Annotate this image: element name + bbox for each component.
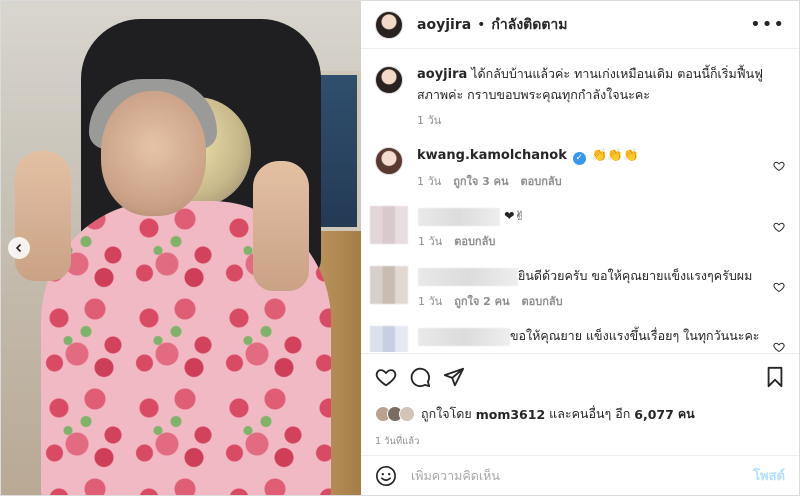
blurred-avatar[interactable] bbox=[370, 206, 408, 244]
reply-button[interactable]: ตอบกลับ bbox=[521, 172, 562, 192]
comment-time[interactable]: 1 วัน bbox=[418, 232, 442, 252]
likes-count[interactable]: 6,077 bbox=[634, 407, 674, 422]
comment-likes[interactable]: ถูกใจ 2 คน bbox=[454, 292, 509, 312]
previous-photo-button[interactable] bbox=[8, 237, 30, 259]
photo-left-hand bbox=[15, 151, 71, 281]
comment-avatar[interactable] bbox=[375, 147, 403, 175]
author-avatar[interactable] bbox=[375, 10, 403, 39]
verified-badge-icon: ✓ bbox=[572, 152, 586, 165]
post-comment-button[interactable]: โพสต์ bbox=[753, 465, 785, 486]
comment-input[interactable] bbox=[411, 468, 754, 483]
comment-text: 👏👏👏 bbox=[591, 147, 639, 162]
blurred-avatar[interactable] bbox=[370, 266, 408, 304]
separator-dot: • bbox=[477, 16, 486, 33]
comment-username[interactable]: kwang.kamolchanok bbox=[417, 148, 567, 163]
caption-username[interactable]: aoyjira bbox=[417, 67, 467, 82]
caption-avatar[interactable] bbox=[375, 66, 403, 94]
blurred-username[interactable] bbox=[418, 207, 500, 226]
likes-summary: ถูกใจโดย mom3612 และคนอื่นๆ อีก 6,077 คน bbox=[375, 404, 785, 424]
like-heart-icon[interactable] bbox=[375, 366, 397, 388]
post-photo[interactable] bbox=[1, 1, 361, 495]
likes-suffix[interactable]: คน bbox=[678, 404, 695, 424]
comments-list[interactable]: aoyjira ได้กลับบ้านแล้วค่ะ ทานเก่งเหมือน… bbox=[361, 50, 799, 352]
reply-button[interactable]: ตอบกลับ bbox=[522, 292, 563, 312]
likes-middle[interactable]: และคนอื่นๆ อีก bbox=[549, 404, 630, 424]
like-comment-heart-icon[interactable] bbox=[773, 218, 785, 237]
post-timestamp[interactable]: 1 วันที่แล้ว bbox=[375, 434, 785, 449]
reply-button[interactable]: ตอบกลับ bbox=[454, 232, 495, 252]
photo-face bbox=[101, 91, 206, 216]
blurred-username[interactable] bbox=[418, 267, 518, 286]
more-options-button[interactable]: ••• bbox=[750, 14, 785, 35]
blurred-username[interactable] bbox=[418, 327, 510, 346]
likes-prefix: ถูกใจโดย bbox=[421, 406, 472, 421]
comment-text: ❤✌ bbox=[503, 208, 525, 223]
caption-time[interactable]: 1 วัน bbox=[417, 111, 441, 131]
comment-bubble-icon[interactable] bbox=[409, 366, 431, 388]
comment-row: ยินดีด้วยครับ ขอให้คุณยายแข็งแรงๆครับผม … bbox=[370, 266, 785, 312]
comment-likes[interactable]: ถูกใจ 3 คน bbox=[453, 172, 508, 192]
like-comment-heart-icon[interactable] bbox=[773, 278, 785, 297]
post-modal: aoyjira • กำลังติดตาม ••• aoyjira ได้กลั… bbox=[0, 0, 800, 496]
chevron-left-icon bbox=[15, 243, 22, 253]
comment-time[interactable]: 1 วัน bbox=[417, 172, 441, 192]
liker-avatars[interactable] bbox=[375, 406, 415, 422]
follow-status[interactable]: กำลังติดตาม bbox=[491, 14, 567, 36]
caption-row: aoyjira ได้กลับบ้านแล้วค่ะ ทานเก่งเหมือน… bbox=[375, 64, 785, 131]
comment-row: kwang.kamolchanok ✓ 👏👏👏 1 วัน ถูกใจ 3 คน… bbox=[375, 145, 785, 192]
post-side-panel: aoyjira • กำลังติดตาม ••• aoyjira ได้กลั… bbox=[361, 1, 799, 495]
post-header: aoyjira • กำลังติดตาม ••• bbox=[361, 1, 799, 49]
emoji-icon[interactable] bbox=[375, 465, 397, 487]
liker-username[interactable]: mom3612 bbox=[476, 407, 545, 422]
comment-row: ❤✌ 1 วัน ตอบกลับ bbox=[370, 206, 785, 252]
comment-time[interactable]: 1 วัน bbox=[418, 292, 442, 312]
like-comment-heart-icon[interactable] bbox=[773, 157, 785, 176]
save-bookmark-icon[interactable] bbox=[765, 366, 785, 388]
comment-row: ขอให้คุณยาย แข็งแรงขึ้นเรื่อยๆ ในทุกวันน… bbox=[370, 326, 785, 352]
comment-text: ยินดีด้วยครับ ขอให้คุณยายแข็งแรงๆครับผม bbox=[518, 268, 753, 283]
photo-right-hand bbox=[253, 161, 309, 291]
author-username[interactable]: aoyjira bbox=[417, 17, 471, 33]
comment-composer: โพสต์ bbox=[361, 455, 799, 495]
caption-text: ได้กลับบ้านแล้วค่ะ ทานเก่งเหมือนเดิม ตอน… bbox=[417, 66, 764, 102]
blurred-avatar[interactable] bbox=[370, 326, 408, 352]
like-comment-heart-icon[interactable] bbox=[773, 338, 785, 352]
share-paper-plane-icon[interactable] bbox=[443, 366, 465, 388]
post-actions: ถูกใจโดย mom3612 และคนอื่นๆ อีก 6,077 คน… bbox=[361, 353, 799, 449]
